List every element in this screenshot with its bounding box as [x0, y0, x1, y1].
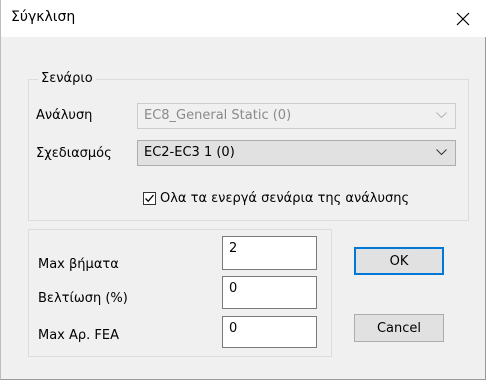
improvement-label: Βελτίωση (%) — [38, 291, 128, 306]
scenario-group: Σενάριο Ανάλυση EC8_General Static (0) Σ… — [28, 71, 469, 221]
analysis-select[interactable]: EC8_General Static (0) — [137, 103, 456, 129]
design-select[interactable]: EC2-EC3 1 (0) — [137, 140, 456, 166]
scenario-group-title: Σενάριο — [38, 71, 96, 86]
close-button[interactable] — [440, 0, 486, 37]
improvement-input[interactable] — [222, 276, 317, 309]
max-steps-field[interactable] — [223, 237, 316, 260]
all-scenarios-checkbox[interactable] — [143, 192, 156, 205]
improvement-field[interactable] — [223, 277, 316, 300]
design-select-value: EC2-EC3 1 (0) — [144, 145, 235, 160]
convergence-dialog: Σύγκλιση Σενάριο Ανάλυση EC8_General Sta… — [0, 0, 486, 380]
design-label: Σχεδιασμός — [36, 146, 112, 161]
all-scenarios-label: Ολα τα ενεργά σενάρια της ανάλυσης — [160, 191, 410, 206]
ok-button[interactable]: OK — [354, 247, 444, 275]
all-scenarios-checkbox-row[interactable]: Ολα τα ενεργά σενάρια της ανάλυσης — [143, 191, 409, 206]
cancel-button-label: Cancel — [376, 320, 422, 336]
max-fea-field[interactable] — [223, 317, 316, 340]
dialog-title: Σύγκλιση — [11, 9, 76, 25]
cancel-button[interactable]: Cancel — [354, 314, 444, 342]
max-steps-input[interactable] — [222, 236, 317, 270]
max-fea-label: Max Αρ. FEA — [38, 328, 120, 343]
title-bar: Σύγκλιση — [1, 0, 486, 37]
close-icon — [456, 12, 470, 25]
analysis-select-value: EC8_General Static (0) — [144, 108, 292, 123]
max-steps-label: Max βήματα — [38, 257, 119, 272]
checkmark-icon — [145, 194, 154, 203]
ok-button-label: OK — [389, 253, 409, 269]
max-fea-input[interactable] — [222, 316, 317, 348]
chevron-down-icon — [436, 112, 447, 119]
chevron-down-icon — [436, 149, 447, 156]
analysis-label: Ανάλυση — [36, 108, 93, 123]
